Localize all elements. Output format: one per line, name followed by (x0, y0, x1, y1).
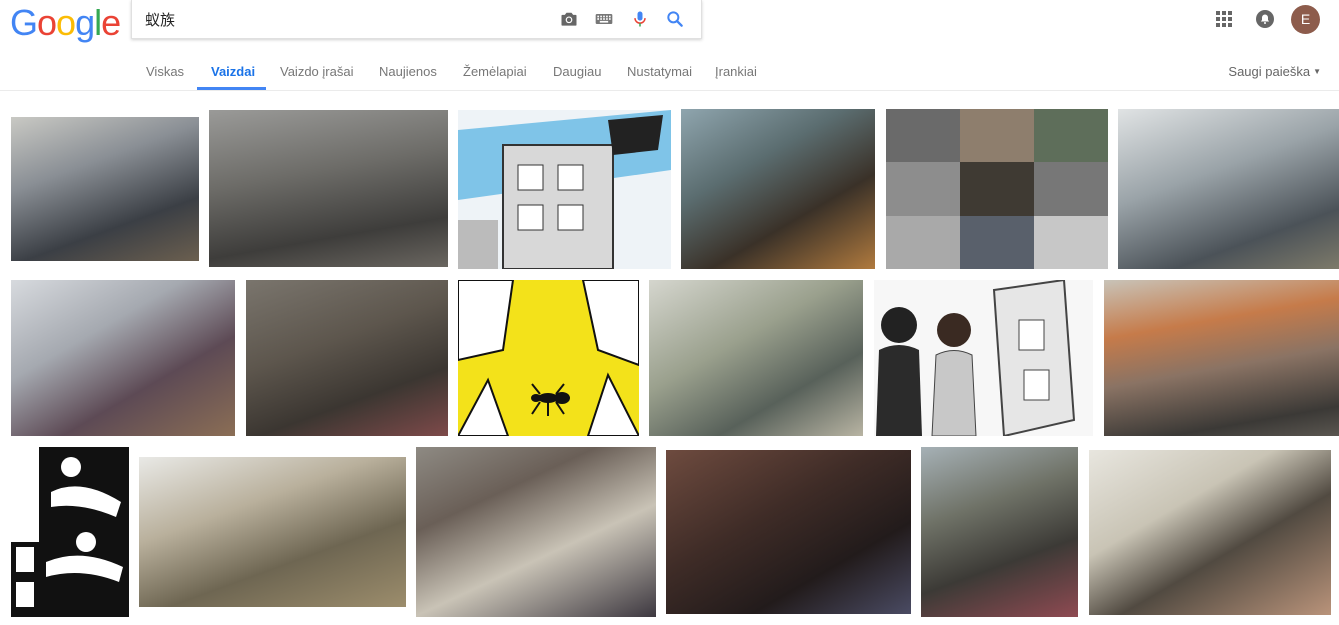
image-result[interactable] (458, 110, 671, 269)
cartoon-thumbnail (458, 110, 671, 269)
tab-more[interactable]: Daugiau (553, 64, 601, 79)
safe-search-dropdown[interactable]: Saugi paieška ▼ (1228, 64, 1321, 79)
image-result[interactable] (649, 280, 863, 436)
apps-grid-icon[interactable] (1216, 11, 1232, 27)
tab-videos[interactable]: Vaizdo įrašai (280, 64, 353, 79)
active-tab-indicator (197, 87, 266, 90)
image-result[interactable] (246, 280, 448, 436)
tab-settings[interactable]: Nustatymai (627, 64, 692, 79)
image-result[interactable] (11, 447, 129, 617)
google-logo[interactable]: Google (10, 2, 121, 44)
image-result[interactable] (11, 117, 199, 261)
user-avatar[interactable]: E (1291, 5, 1320, 34)
safe-search-label: Saugi paieška (1228, 64, 1311, 79)
image-result[interactable] (11, 280, 235, 436)
tab-news[interactable]: Naujienos (379, 64, 437, 79)
couple-illustration-thumbnail (874, 280, 1093, 436)
image-result[interactable] (666, 450, 911, 614)
tab-all[interactable]: Viskas (146, 64, 184, 79)
image-result[interactable] (1104, 280, 1339, 436)
image-result[interactable] (1089, 450, 1331, 615)
search-icon[interactable] (665, 9, 685, 29)
image-result[interactable] (139, 457, 406, 607)
camera-icon[interactable] (559, 9, 579, 29)
microphone-icon[interactable] (630, 9, 650, 29)
image-result[interactable] (886, 109, 1108, 269)
bw-figures-thumbnail (11, 447, 129, 617)
notifications-icon[interactable] (1256, 10, 1274, 28)
image-result[interactable] (681, 109, 875, 269)
ant-illustration-thumbnail (458, 280, 639, 436)
image-result[interactable] (874, 280, 1093, 436)
search-input[interactable] (145, 8, 545, 30)
chevron-down-icon: ▼ (1313, 67, 1321, 76)
image-result[interactable] (209, 110, 448, 267)
image-result[interactable] (1118, 109, 1339, 269)
search-box (131, 0, 702, 39)
keyboard-icon[interactable] (594, 9, 614, 29)
image-result[interactable] (458, 280, 639, 436)
image-result[interactable] (416, 447, 656, 617)
tab-tools[interactable]: Įrankiai (715, 64, 757, 79)
image-result[interactable] (921, 447, 1078, 617)
tab-images[interactable]: Vaizdai (211, 64, 255, 79)
tab-maps[interactable]: Žemėlapiai (463, 64, 527, 79)
search-tabs-bar: Viskas Vaizdai Vaizdo įrašai Naujienos Ž… (0, 55, 1339, 91)
